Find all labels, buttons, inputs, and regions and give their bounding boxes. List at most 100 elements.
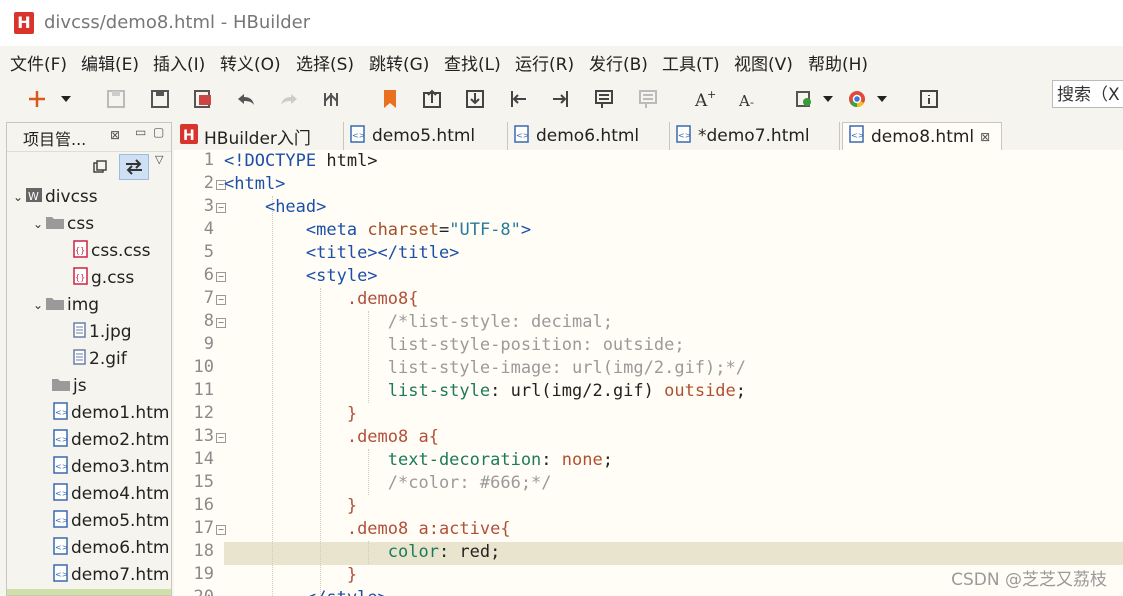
chevron-down-icon[interactable]: ⌄ (31, 298, 45, 312)
css-file-icon: {} (73, 266, 89, 290)
menu-view[interactable]: 视图(V) (734, 50, 793, 75)
run-dropdown-icon[interactable] (820, 88, 836, 110)
tree-item-demo5[interactable]: <> demo5.htm (53, 508, 169, 534)
tree-item-1-jpg[interactable]: 1.jpg (73, 319, 132, 345)
tab-demo5[interactable]: <> demo5.html (344, 122, 508, 150)
line-number: 20 (174, 587, 214, 596)
tab-demo8[interactable]: <> demo8.html ⊠ (842, 122, 1002, 150)
tab-demo7[interactable]: <> *demo7.html (670, 122, 840, 150)
maximize-panel-icon[interactable]: ▢ (153, 125, 164, 139)
go-up-icon[interactable] (421, 88, 443, 110)
tree-item-label: 1.jpg (89, 322, 132, 342)
svg-text:<>: <> (55, 462, 68, 471)
bookmark-icon[interactable] (379, 88, 401, 110)
jump-start-icon[interactable] (507, 88, 529, 110)
line-number: 18 (193, 541, 214, 561)
html-file-icon: <> (53, 482, 69, 506)
tree-item-css-css[interactable]: {} css.css (73, 238, 151, 264)
tab-label: demo8.html (871, 126, 975, 147)
folder-open-icon (45, 295, 65, 316)
menu-find[interactable]: 查找(L) (444, 50, 501, 75)
close-file-icon[interactable] (192, 88, 214, 110)
svg-text:<>: <> (55, 516, 68, 525)
code-editor[interactable]: 12−3−456−7−8−910111213−14151617−181920 <… (174, 150, 1123, 596)
menu-publish[interactable]: 发行(B) (589, 50, 648, 75)
new-plus-icon[interactable] (26, 88, 48, 110)
close-panel-icon[interactable]: ⊠ (110, 128, 120, 142)
search-input[interactable]: 搜索（X (1052, 80, 1123, 108)
tree-item-label: img (67, 295, 100, 315)
undo-icon[interactable] (235, 88, 257, 110)
menu-tools[interactable]: 工具(T) (662, 50, 720, 75)
link-editor-icon[interactable] (119, 154, 149, 180)
line-number: 1 (203, 150, 214, 170)
jump-end-icon[interactable] (550, 88, 572, 110)
tree-item-demo6[interactable]: <> demo6.htm (53, 535, 169, 561)
format-icon[interactable] (321, 88, 343, 110)
info-icon[interactable] (918, 88, 940, 110)
tree-item-g-css[interactable]: {} g.css (73, 265, 134, 291)
svg-text:{}: {} (75, 246, 85, 255)
svg-text:<>: <> (352, 131, 365, 140)
tree-item-2-gif[interactable]: 2.gif (73, 346, 127, 372)
tree-item-label: js (73, 376, 87, 396)
html-file-icon: <> (53, 401, 69, 425)
tree-item-img-folder[interactable]: ⌄ img (31, 292, 99, 318)
code-line: .demo8{ (346, 289, 419, 309)
line-number: 2 (203, 173, 214, 193)
view-menu-icon[interactable]: ▽ (155, 153, 163, 166)
code-line: <head> (264, 197, 327, 217)
tree-item-css-folder[interactable]: ⌄ css (31, 211, 94, 237)
tree-item-demo4[interactable]: <> demo4.htm (53, 481, 169, 507)
font-increase-icon[interactable]: A + (694, 88, 716, 110)
comment-icon[interactable] (593, 88, 615, 110)
save-icon[interactable] (105, 88, 127, 110)
tree-item-demo7[interactable]: <> demo7.htm (53, 562, 169, 588)
tab-demo6[interactable]: <> demo6.html (508, 122, 670, 150)
new-dropdown-icon[interactable] (58, 88, 74, 110)
html-file-icon: <> (53, 455, 69, 479)
line-number: 3 (203, 196, 214, 216)
tree-item-divcss[interactable]: ⌄ W divcss (11, 184, 98, 210)
menu-run[interactable]: 运行(R) (515, 50, 574, 75)
menu-help[interactable]: 帮助(H) (808, 50, 868, 75)
tree-item-label: demo7.htm (71, 565, 170, 585)
tree-item-selected[interactable] (7, 589, 171, 595)
browser-dropdown-icon[interactable] (874, 88, 890, 110)
line-number: 10 (193, 357, 214, 377)
uncomment-icon[interactable] (637, 88, 659, 110)
chevron-down-icon[interactable]: ⌄ (11, 190, 25, 204)
menu-goto[interactable]: 跳转(G) (369, 50, 429, 75)
chevron-down-icon[interactable]: ⌄ (31, 217, 45, 231)
html-file-icon: <> (53, 428, 69, 452)
save-all-icon[interactable] (149, 88, 171, 110)
run-icon[interactable] (793, 88, 815, 110)
svg-text:<>: <> (55, 489, 68, 498)
tree-item-demo3[interactable]: <> demo3.htm (53, 454, 169, 480)
title-bar: H divcss/demo8.html - HBuilder (0, 0, 1123, 46)
menu-insert[interactable]: 插入(I) (153, 50, 205, 75)
font-decrease-icon[interactable]: A- (737, 88, 759, 110)
tree-item-js-folder[interactable]: js (51, 373, 87, 399)
collapse-all-icon[interactable] (93, 159, 107, 178)
folder-icon (51, 376, 71, 397)
go-down-icon[interactable] (464, 88, 486, 110)
menu-select[interactable]: 选择(S) (296, 50, 354, 75)
project-explorer-header: 项目管... ⊠ ▭ ▢ (7, 123, 171, 152)
hbuilder-logo-icon: H (14, 12, 34, 34)
menu-file[interactable]: 文件(F) (10, 50, 67, 75)
svg-text:<>: <> (55, 408, 68, 417)
tree-item-demo2[interactable]: <> demo2.htm (53, 427, 169, 453)
redo-icon[interactable] (278, 88, 300, 110)
line-number: 11 (193, 380, 214, 400)
menu-edit[interactable]: 编辑(E) (81, 50, 139, 75)
menu-escape[interactable]: 转义(O) (220, 50, 281, 75)
tree-item-label: demo5.htm (71, 511, 170, 531)
tab-hbuilder-intro[interactable]: H HBuilder入门 (174, 122, 344, 150)
close-tab-icon[interactable]: ⊠ (980, 130, 990, 144)
code-line: } (346, 404, 358, 424)
chrome-browser-icon[interactable] (846, 88, 868, 110)
minimize-panel-icon[interactable]: ▭ (135, 125, 146, 139)
code-line: } (346, 565, 358, 585)
tree-item-demo1[interactable]: <> demo1.htm (53, 400, 169, 426)
